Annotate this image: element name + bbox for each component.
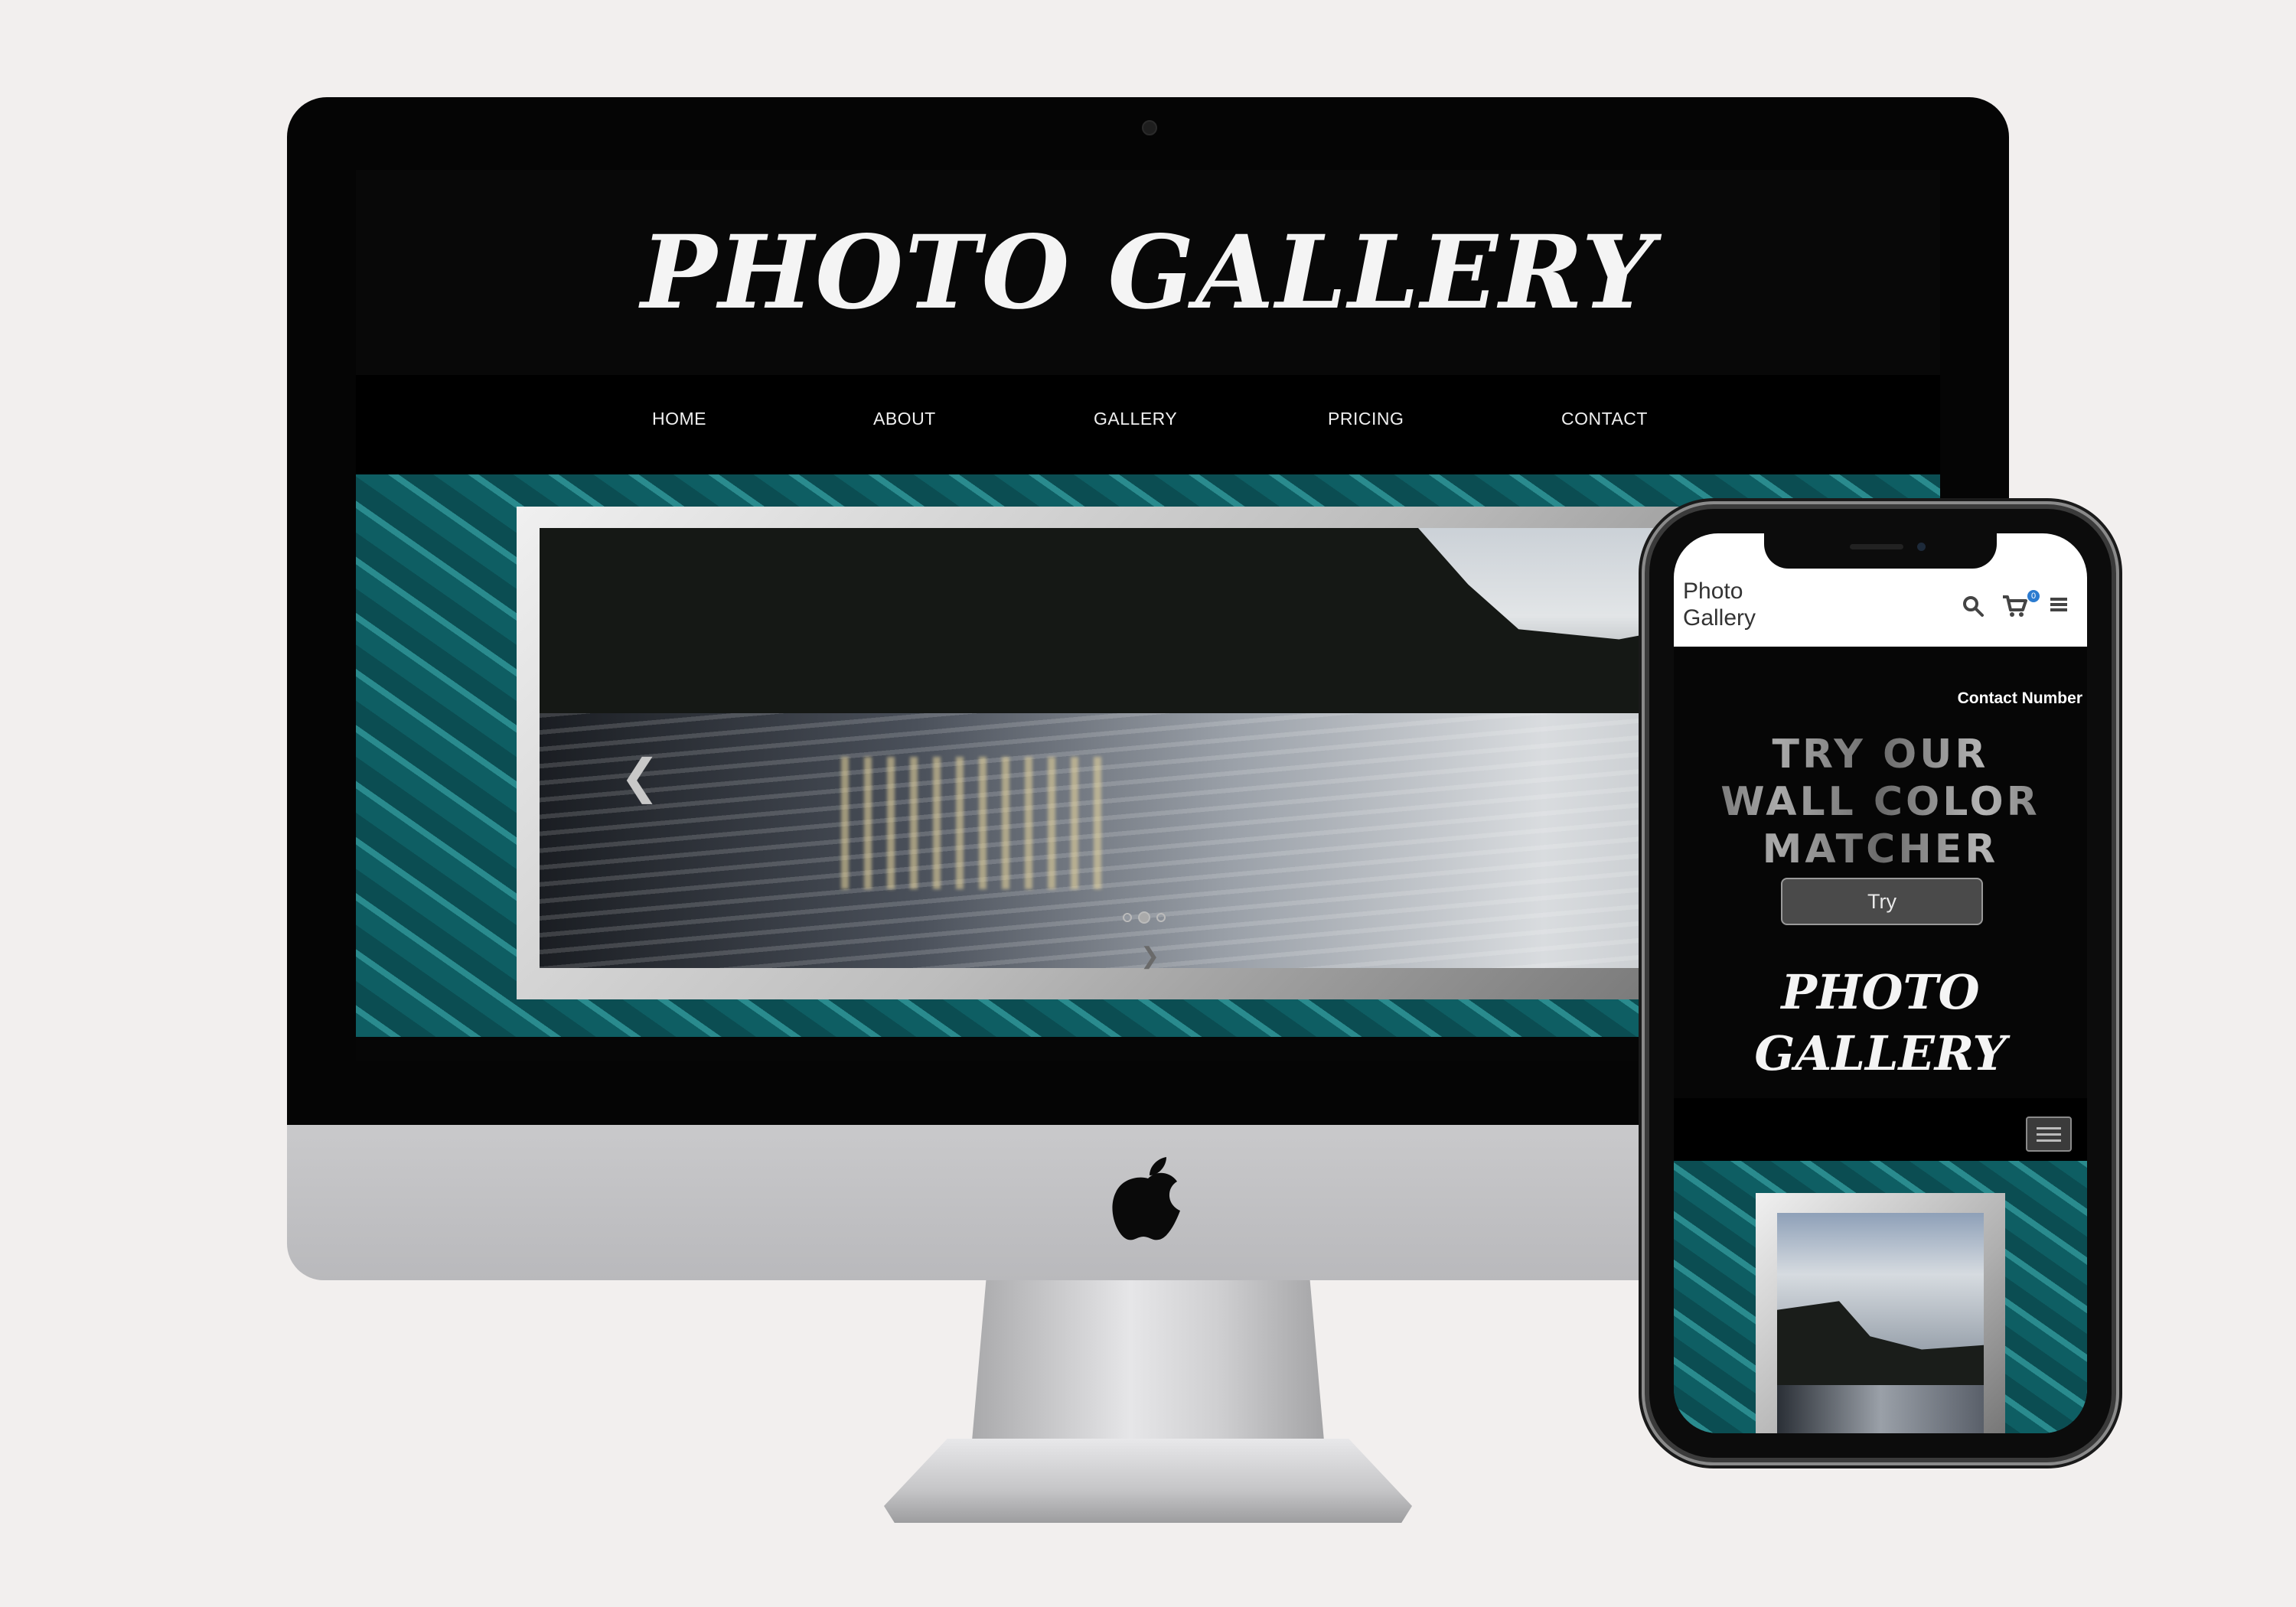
mobile-carousel-frame [1756,1193,2005,1433]
mobile-nav [1674,1098,2087,1161]
camera-icon [1142,120,1157,135]
promo-line1: TRY OUR [1772,732,1989,777]
carousel-dot-active[interactable] [1138,911,1150,924]
mobile-title-line2: GALLERY [1754,1025,2007,1081]
apple-logo-icon [1112,1157,1180,1240]
wall-color-promo: TRY OUR WALL COLOR MATCHER [1674,731,2087,873]
phone-device: Photo Gallery 0 Contact Number TRY OUR W… [1649,509,2112,1458]
promo-line2: WALL COLOR [1720,779,2040,825]
carousel-dot[interactable] [1123,913,1132,922]
contact-number-link[interactable]: Contact Number [1958,689,2082,708]
nav-gallery[interactable]: GALLERY [1094,409,1177,429]
carousel-slide-image [540,528,1795,968]
chevron-left-icon[interactable]: ❮ [620,748,660,804]
monitor-stand-foot [884,1439,1412,1523]
mobile-logo-line1: Photo [1683,579,1743,604]
site-header: PHOTO GALLERY [356,170,1940,375]
menu-icon[interactable] [2049,595,2069,614]
mobile-carousel-slide-image [1777,1213,1984,1433]
nav-pricing[interactable]: PRICING [1328,409,1404,429]
nav-about[interactable]: ABOUT [873,409,936,429]
carousel-frame [517,507,1818,999]
phone-notch [1764,533,1997,569]
mobile-logo-line2: Gallery [1683,605,1756,631]
nav-contact[interactable]: CONTACT [1561,409,1648,429]
cart-icon[interactable] [2001,595,2027,618]
site-title: PHOTO GALLERY [641,213,1655,332]
mobile-site-title: PHOTO GALLERY [1674,962,2087,1084]
phone-screen: Photo Gallery 0 Contact Number TRY OUR W… [1674,533,2087,1433]
mobile-hero-pool-background [1674,1161,2087,1433]
monitor-stand-neck [972,1280,1324,1441]
front-camera-icon [1917,543,1926,551]
carousel-indicators [1123,911,1166,924]
main-nav: HOME ABOUT GALLERY PRICING CONTACT [356,375,1940,474]
promo-line3: MATCHER [1762,826,1999,872]
nav-home[interactable]: HOME [652,409,706,429]
carousel-dot[interactable] [1156,913,1166,922]
try-button[interactable]: Try [1781,878,1983,925]
chevron-right-icon[interactable]: ❯ [1140,943,1159,970]
mobile-logo[interactable]: Photo Gallery [1683,578,1756,631]
mobile-title-line1: PHOTO [1781,964,1980,1020]
cart-count-badge: 0 [2027,590,2040,602]
nav-toggle-icon[interactable] [2026,1116,2072,1152]
search-icon[interactable] [1962,595,1985,618]
